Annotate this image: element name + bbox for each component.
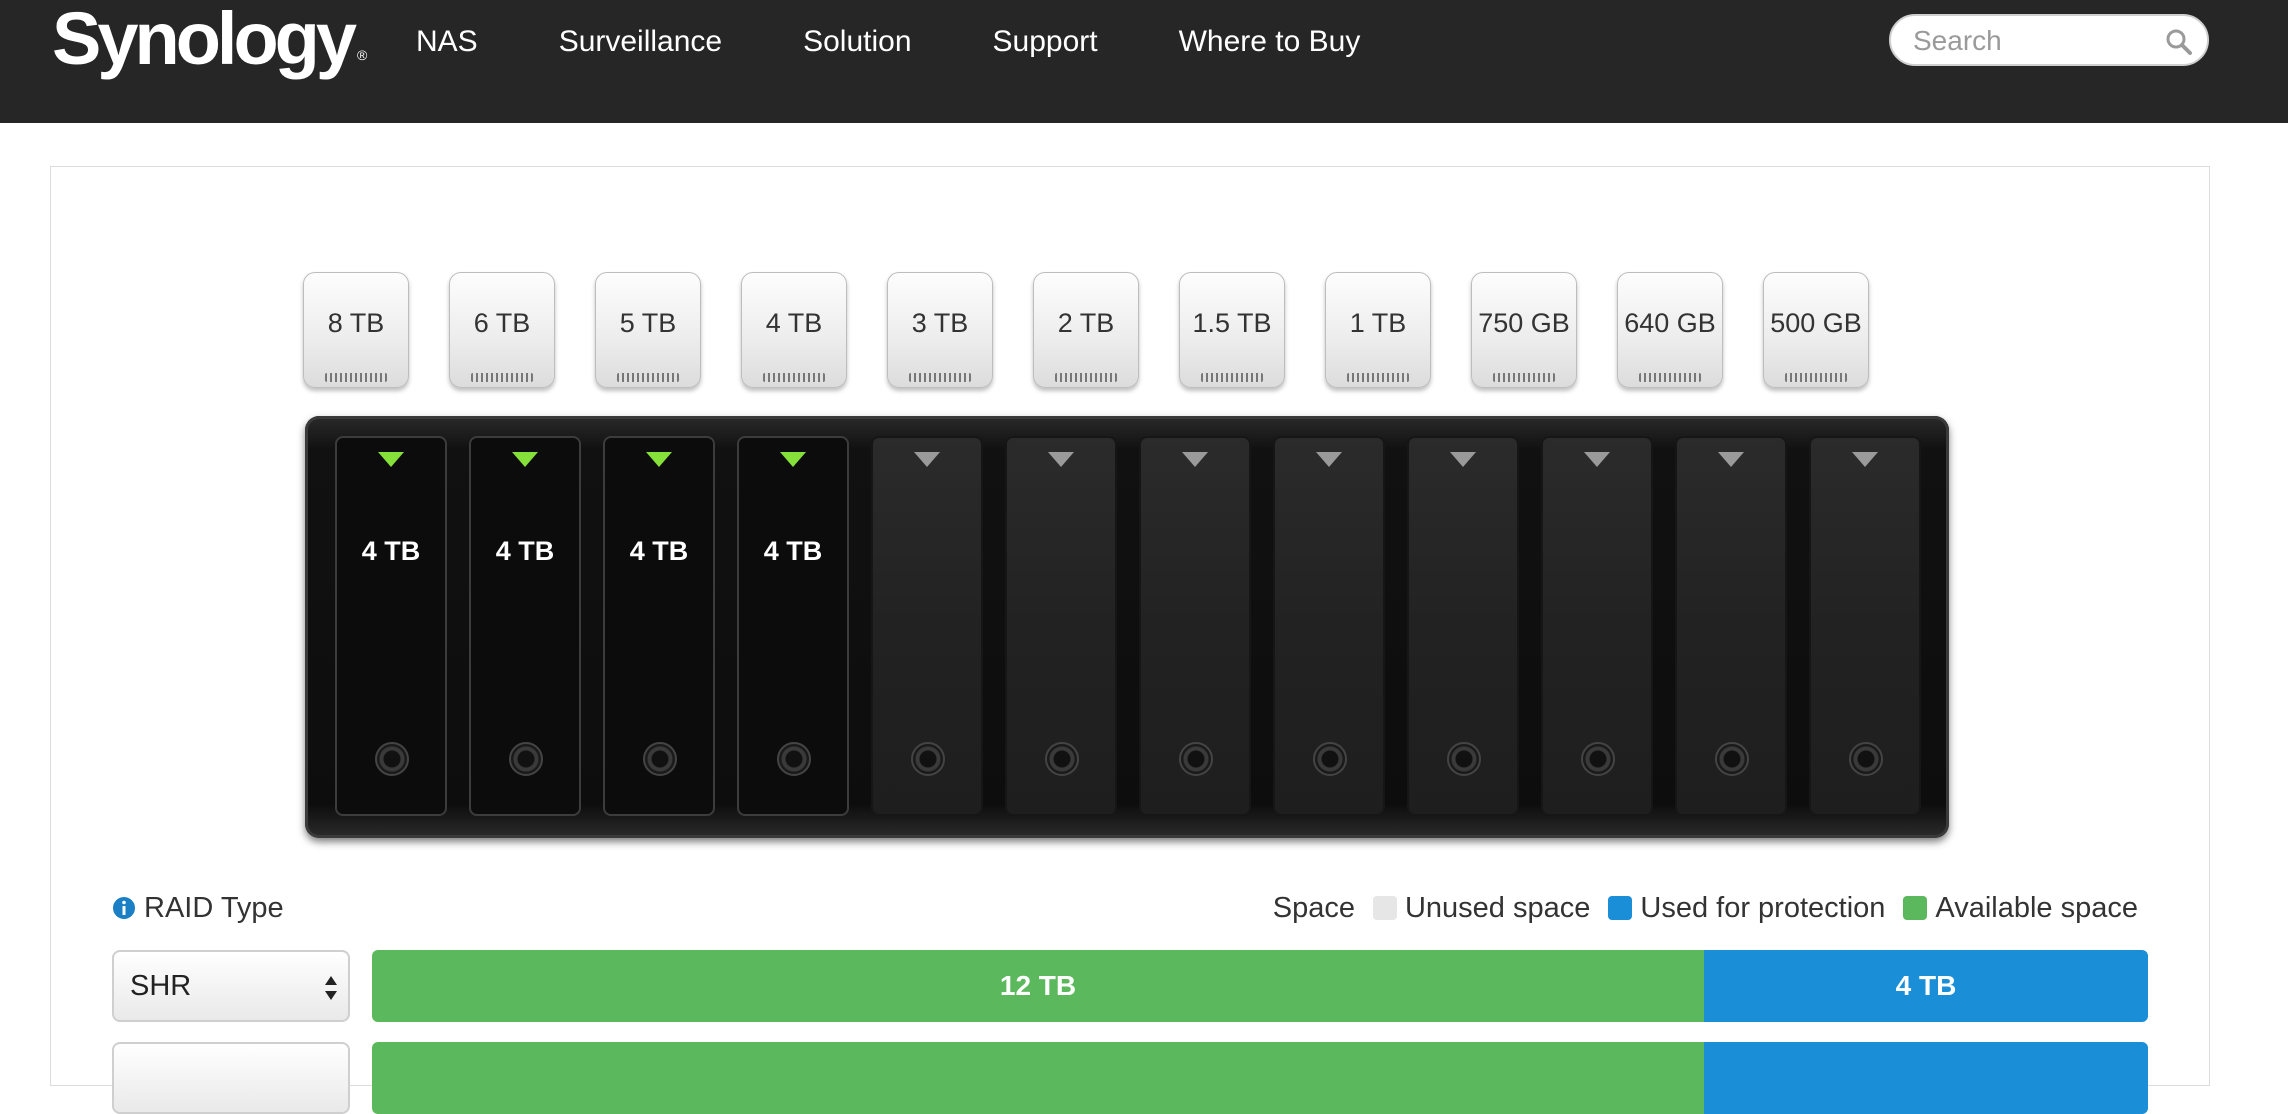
drive-bay-3[interactable]: 4 TB <box>603 436 715 816</box>
nav-item-solution[interactable]: Solution <box>803 22 911 62</box>
drive-label: 640 GB <box>1624 308 1716 338</box>
nav-item-surveillance[interactable]: Surveillance <box>559 22 722 62</box>
status-led-icon <box>512 452 538 467</box>
status-led-icon <box>1852 452 1878 467</box>
nas-chassis: 4 TB 4 TB 4 TB 4 TB <box>305 416 1949 838</box>
drive-3tb[interactable]: 3 TB <box>887 272 993 388</box>
legend-swatch-protection <box>1608 896 1633 920</box>
drive-label: 1.5 TB <box>1192 308 1272 338</box>
drive-1tb[interactable]: 1 TB <box>1325 272 1431 388</box>
space-bar-row-1: 12 TB 4 TB <box>372 950 2148 1022</box>
drive-label: 8 TB <box>327 308 385 338</box>
status-led-icon <box>914 452 940 467</box>
raid-type-heading: RAID Type <box>112 890 284 926</box>
nav-item-where-to-buy[interactable]: Where to Buy <box>1179 22 1361 62</box>
drive-500gb[interactable]: 500 GB <box>1763 272 1869 388</box>
drive-label: 4 TB <box>765 308 823 338</box>
eject-knob-icon <box>1179 742 1213 776</box>
drive-label: 2 TB <box>1057 308 1115 338</box>
eject-knob-icon <box>911 742 945 776</box>
search-input[interactable] <box>1911 22 2165 60</box>
legend-label-available: Available space <box>1935 892 2138 924</box>
legend-swatch-available <box>1903 896 1928 920</box>
eject-knob-icon <box>1447 742 1481 776</box>
status-led-icon <box>1450 452 1476 467</box>
eject-knob-icon <box>1849 742 1883 776</box>
space-legend: Space Unused space Used for protection A… <box>1273 890 2138 926</box>
bay-capacity: 4 TB <box>361 536 421 566</box>
drive-2tb[interactable]: 2 TB <box>1033 272 1139 388</box>
legend-swatch-unused <box>1372 896 1397 920</box>
drive-5tb[interactable]: 5 TB <box>595 272 701 388</box>
raid-type-select-2[interactable] <box>112 1042 350 1114</box>
logo-text: Synology <box>52 0 357 80</box>
raid-type-select[interactable]: SHR <box>112 950 350 1022</box>
drive-1-5tb[interactable]: 1.5 TB <box>1179 272 1285 388</box>
drive-bay-12[interactable] <box>1809 436 1921 816</box>
bay-capacity: 4 TB <box>763 536 823 566</box>
status-led-icon <box>646 452 672 467</box>
drive-6tb[interactable]: 6 TB <box>449 272 555 388</box>
drive-640gb[interactable]: 640 GB <box>1617 272 1723 388</box>
drive-bay-4[interactable]: 4 TB <box>737 436 849 816</box>
eject-knob-icon <box>777 742 811 776</box>
status-led-icon <box>1048 452 1074 467</box>
status-led-icon <box>1182 452 1208 467</box>
eject-knob-icon <box>509 742 543 776</box>
eject-knob-icon <box>375 742 409 776</box>
eject-knob-icon <box>1581 742 1615 776</box>
nav-item-nas[interactable]: NAS <box>416 22 478 62</box>
drive-bay-7[interactable] <box>1139 436 1251 816</box>
space-bar-row-2 <box>372 1042 2148 1114</box>
drive-bay-11[interactable] <box>1675 436 1787 816</box>
info-icon[interactable] <box>112 896 136 920</box>
legend-label-unused: Unused space <box>1404 892 1591 924</box>
drive-label: 750 GB <box>1478 308 1570 338</box>
search-icon[interactable] <box>2165 28 2193 56</box>
drive-bay-10[interactable] <box>1541 436 1653 816</box>
drive-label: 5 TB <box>619 308 677 338</box>
drive-bay-6[interactable] <box>1005 436 1117 816</box>
drive-bay-2[interactable]: 4 TB <box>469 436 581 816</box>
drive-750gb[interactable]: 750 GB <box>1471 272 1577 388</box>
drive-label: 1 TB <box>1349 308 1407 338</box>
drive-label: 3 TB <box>911 308 969 338</box>
nav-item-support[interactable]: Support <box>993 22 1098 62</box>
raid-type-value: SHR <box>130 970 192 1002</box>
legend-label-protection: Used for protection <box>1640 892 1886 924</box>
registered-mark: ® <box>357 47 368 63</box>
eject-knob-icon <box>1715 742 1749 776</box>
synology-logo[interactable]: Synology ® <box>52 0 367 82</box>
drive-bay-9[interactable] <box>1407 436 1519 816</box>
status-led-icon <box>1316 452 1342 467</box>
status-led-icon <box>1584 452 1610 467</box>
drive-8tb[interactable]: 8 TB <box>303 272 409 388</box>
top-navigation-bar: Synology ® NAS Surveillance Solution Supp… <box>0 0 2288 123</box>
available-space-segment: 12 TB <box>372 950 1704 1022</box>
main-nav: NAS Surveillance Solution Support Where … <box>416 22 1441 62</box>
drive-bay-1[interactable]: 4 TB <box>335 436 447 816</box>
bay-capacity: 4 TB <box>629 536 689 566</box>
protection-space-segment: 4 TB <box>1704 950 2148 1022</box>
drive-label: 500 GB <box>1770 308 1862 338</box>
status-led-icon <box>1718 452 1744 467</box>
drive-label: 6 TB <box>473 308 531 338</box>
status-led-icon <box>780 452 806 467</box>
drive-bay-5[interactable] <box>871 436 983 816</box>
bay-capacity: 4 TB <box>495 536 555 566</box>
raid-type-label: RAID Type <box>144 892 284 924</box>
search-box <box>1889 14 2209 66</box>
drive-bay-8[interactable] <box>1273 436 1385 816</box>
protection-space-segment <box>1704 1042 2148 1114</box>
select-arrows-icon <box>325 976 337 1000</box>
eject-knob-icon <box>1313 742 1347 776</box>
eject-knob-icon <box>643 742 677 776</box>
available-space-segment <box>372 1042 1704 1114</box>
drive-4tb[interactable]: 4 TB <box>741 272 847 388</box>
eject-knob-icon <box>1045 742 1079 776</box>
legend-title: Space <box>1272 892 1355 924</box>
status-led-icon <box>378 452 404 467</box>
